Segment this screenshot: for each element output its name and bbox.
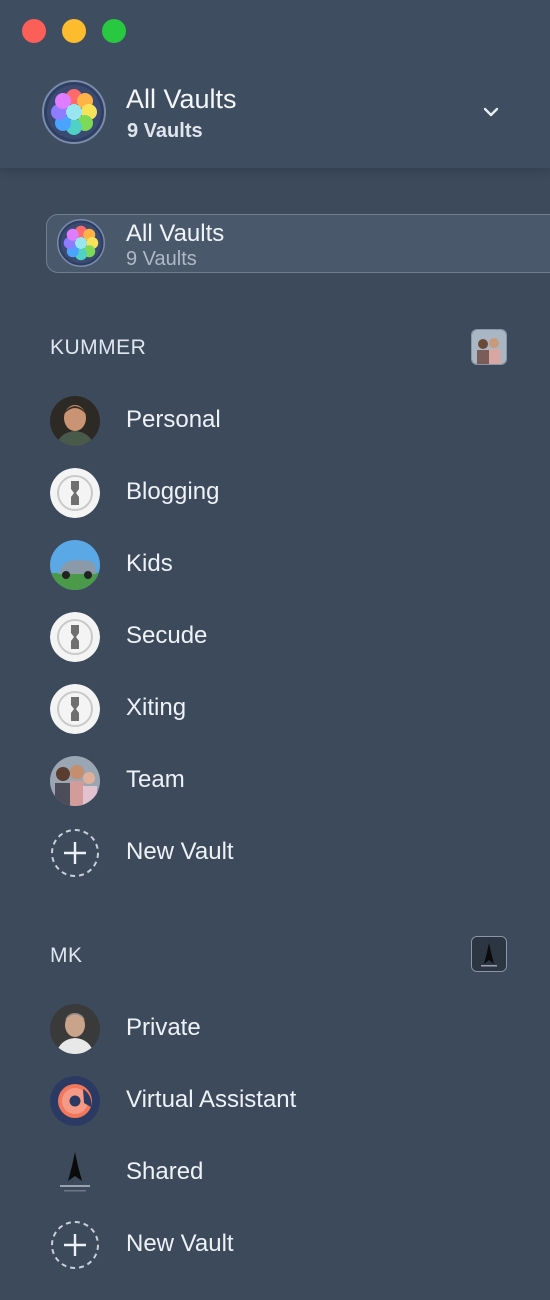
- all-vaults-item-selected[interactable]: All Vaults 9 Vaults: [46, 214, 550, 273]
- vault-item-xiting[interactable]: Xiting: [50, 682, 520, 734]
- avatar-man-icon: [50, 1004, 100, 1054]
- vault-key-icon: [50, 468, 100, 518]
- selected-vault-title: All Vaults: [126, 220, 225, 247]
- vault-item-team[interactable]: Team: [50, 754, 520, 806]
- car-icon: [50, 540, 100, 590]
- vault-item-shared[interactable]: Shared: [50, 1146, 520, 1198]
- window-titlebar: [0, 0, 550, 60]
- vault-item-virtual-assistant[interactable]: Virtual Assistant: [50, 1074, 520, 1126]
- account-avatar-kummer[interactable]: [471, 329, 507, 365]
- new-vault-button-mk[interactable]: New Vault: [50, 1218, 520, 1270]
- selected-vault-subtitle: 9 Vaults: [126, 248, 197, 270]
- vault-label: Team: [126, 766, 185, 793]
- group-photo-icon: [50, 756, 100, 806]
- account-title-kummer: KUMMER: [50, 336, 147, 359]
- chevron-down-icon[interactable]: [480, 104, 502, 120]
- header-title: All Vaults: [126, 84, 237, 114]
- logo-icon: [50, 1148, 100, 1198]
- vault-label: Kids: [126, 550, 173, 577]
- vault-label: Virtual Assistant: [126, 1086, 297, 1113]
- account-avatar-mk[interactable]: [471, 936, 507, 972]
- close-window-button[interactable]: [22, 19, 46, 43]
- vault-key-icon: [50, 612, 100, 662]
- vault-label: Secude: [126, 622, 208, 649]
- vault-item-blogging[interactable]: Blogging: [50, 466, 520, 518]
- vault-item-kids[interactable]: Kids: [50, 538, 520, 590]
- vault-label: Xiting: [126, 694, 187, 721]
- vault-item-personal[interactable]: Personal: [50, 394, 520, 446]
- avatar-man-icon: [50, 396, 100, 446]
- new-vault-label: New Vault: [126, 838, 234, 865]
- vault-label: Shared: [126, 1158, 204, 1185]
- donut-icon: [50, 1076, 100, 1126]
- vault-item-private[interactable]: Private: [50, 1002, 520, 1054]
- minimize-window-button[interactable]: [62, 19, 86, 43]
- add-icon: [50, 828, 100, 878]
- vault-item-secude[interactable]: Secude: [50, 610, 520, 662]
- vault-label: Blogging: [126, 478, 220, 505]
- new-vault-button-kummer[interactable]: New Vault: [50, 826, 520, 878]
- add-icon: [50, 1220, 100, 1270]
- header-subtitle: 9 Vaults: [127, 120, 203, 142]
- all-vaults-icon: [42, 80, 106, 144]
- account-title-mk: MK: [50, 944, 83, 967]
- zoom-window-button[interactable]: [102, 19, 126, 43]
- vault-key-icon: [50, 684, 100, 734]
- vault-label: Personal: [126, 406, 221, 433]
- vault-label: Private: [126, 1014, 201, 1041]
- new-vault-label: New Vault: [126, 1230, 234, 1257]
- all-vaults-icon: [57, 219, 105, 267]
